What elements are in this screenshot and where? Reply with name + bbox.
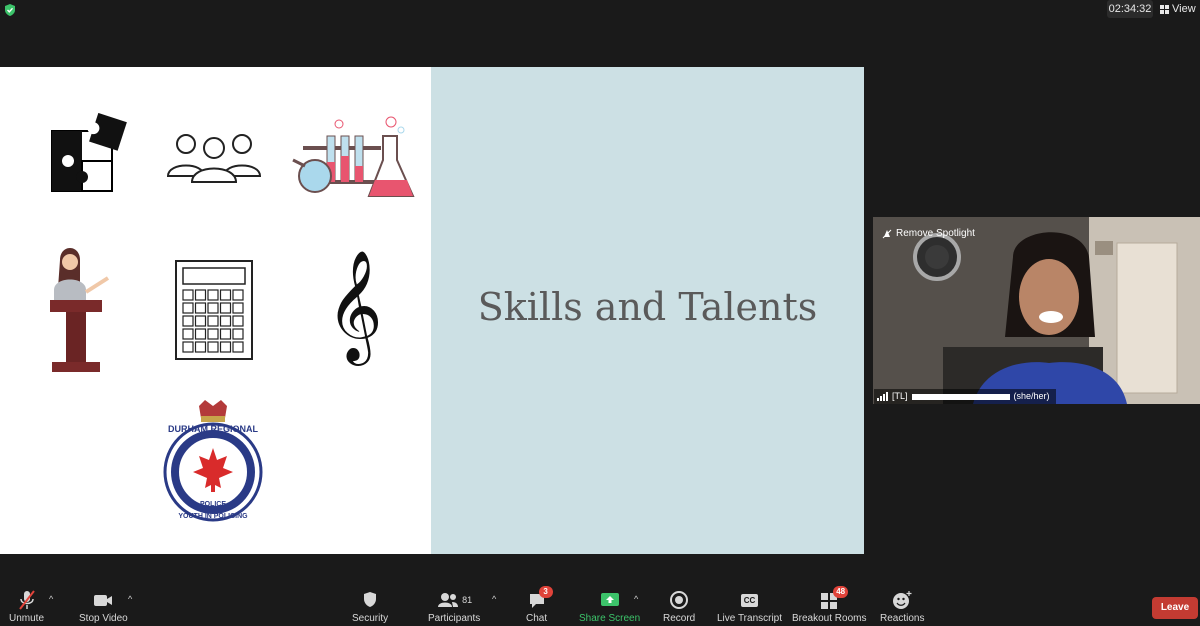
view-button[interactable]: View: [1160, 1, 1196, 17]
puzzle-icon: [51, 113, 127, 192]
signal-strength-icon: [877, 392, 888, 401]
spotlight-video-tile[interactable]: [873, 217, 1200, 404]
security-shield-icon: [5, 4, 15, 16]
breakout-badge: 48: [833, 586, 849, 598]
live-transcript-button[interactable]: CC Live Transcript: [717, 589, 782, 624]
participants-button[interactable]: 81 Participants: [428, 589, 480, 624]
audio-options-caret[interactable]: ^: [49, 594, 53, 604]
security-icon: [364, 592, 377, 607]
logo-text-middle: POLICE: [200, 501, 226, 508]
participant-video-feed: [873, 217, 1200, 404]
share-screen-label: Share Screen: [579, 613, 641, 624]
reactions-icon: [893, 591, 912, 609]
live-transcript-label: Live Transcript: [717, 613, 783, 624]
leave-button[interactable]: Leave: [1152, 597, 1198, 619]
breakout-rooms-label: Breakout Rooms: [792, 613, 867, 624]
spotlight-icon: [882, 229, 892, 239]
participants-icon: [438, 593, 459, 607]
reactions-button[interactable]: Reactions: [880, 589, 924, 624]
breakout-rooms-button[interactable]: 48 Breakout Rooms: [792, 586, 867, 624]
muted-mic-icon: [18, 590, 35, 610]
slide-title: Skills and Talents: [477, 285, 818, 329]
chat-label: Chat: [526, 613, 548, 624]
group-icon: [166, 134, 262, 183]
record-label: Record: [663, 613, 696, 624]
security-label: Security: [352, 613, 389, 624]
participant-name-bar: [TL] (she/her): [874, 389, 1056, 404]
stop-video-label: Stop Video: [79, 613, 128, 624]
treble-clef-icon: 𝄞: [326, 249, 383, 361]
participants-count: 81: [462, 595, 473, 605]
share-screen-button[interactable]: Share Screen: [579, 589, 640, 624]
stop-video-button[interactable]: Stop Video: [79, 589, 128, 624]
logo-text-top: DURHAM REGIONAL: [168, 424, 258, 434]
security-button[interactable]: Security: [352, 589, 388, 624]
video-camera-icon: [94, 595, 113, 606]
chat-button[interactable]: 3 Chat: [526, 586, 553, 624]
share-options-caret[interactable]: ^: [634, 594, 638, 604]
police-logo: DURHAM REGIONAL POLICE YOUTH IN POLICING: [163, 400, 263, 522]
calculator-icon: [175, 260, 253, 360]
participant-pronouns: (she/her): [1013, 391, 1050, 401]
lab-flasks-icon: [292, 116, 415, 197]
participants-options-caret[interactable]: ^: [492, 594, 496, 604]
remove-spotlight-label: Remove Spotlight: [896, 228, 975, 239]
redacted-name: [911, 393, 1010, 400]
participants-label: Participants: [428, 613, 481, 624]
unmute-button[interactable]: Unmute: [9, 589, 44, 624]
reactions-label: Reactions: [880, 613, 925, 624]
participant-name-prefix: [TL]: [892, 391, 908, 401]
closed-caption-icon: CC: [740, 593, 759, 607]
share-screen-icon: [600, 593, 619, 606]
video-options-caret[interactable]: ^: [128, 594, 132, 604]
chat-badge: 3: [538, 586, 553, 598]
view-grid-icon: [1160, 4, 1169, 14]
unmute-label: Unmute: [9, 613, 45, 624]
record-icon: [670, 591, 689, 609]
record-button[interactable]: Record: [663, 589, 695, 624]
view-label: View: [1172, 3, 1196, 15]
logo-text-bottom: YOUTH IN POLICING: [178, 513, 248, 520]
speaker-podium-icon: [50, 248, 110, 372]
meeting-timer: 02:34:32: [1107, 0, 1153, 18]
remove-spotlight-button[interactable]: Remove Spotlight: [882, 226, 975, 242]
